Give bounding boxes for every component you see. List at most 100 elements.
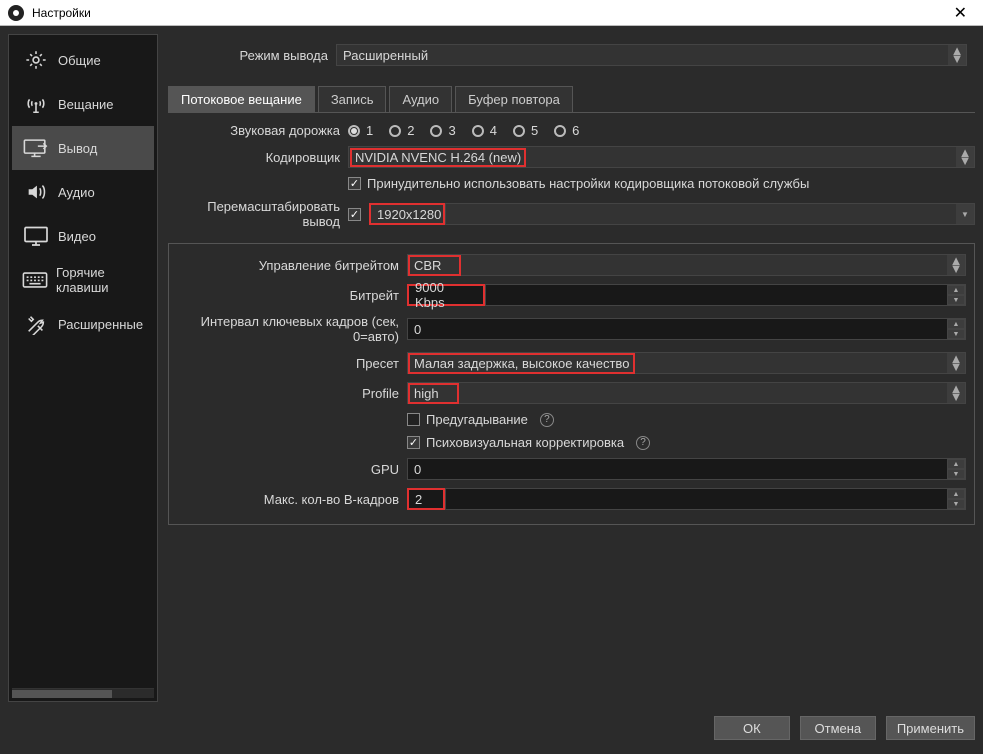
chevron-updown-icon: ▲▼ <box>956 147 974 167</box>
sidebar-item-label: Вещание <box>58 97 114 112</box>
chevron-updown-icon: ▲▼ <box>947 353 965 373</box>
audio-track-radio-6[interactable]: 6 <box>554 123 579 138</box>
radio-icon <box>430 125 442 137</box>
encoder-settings-box: Управление битрейтом CBR ▲▼ Битрейт 9000… <box>168 243 975 525</box>
sidebar-item-stream[interactable]: Вещание <box>12 82 154 126</box>
profile-value: high <box>410 385 457 402</box>
radio-icon <box>472 125 484 137</box>
sidebar-item-label: Аудио <box>58 185 95 200</box>
audio-track-label: Звуковая дорожка <box>168 123 348 138</box>
tools-icon <box>22 312 50 336</box>
output-tabs: Потоковое вещание Запись Аудио Буфер пов… <box>168 86 975 113</box>
bitrate-input-ext[interactable]: ▲▼ <box>485 284 966 306</box>
dialog-footer: ОК Отмена Применить <box>8 710 975 746</box>
antenna-icon <box>22 92 50 116</box>
rescale-value: 1920x1280 <box>377 207 441 222</box>
enforce-checkbox-row[interactable]: Принудительно использовать настройки код… <box>348 176 809 191</box>
sidebar-item-hotkeys[interactable]: Горячие клавиши <box>12 258 154 302</box>
spinner-icon[interactable]: ▲▼ <box>947 489 965 509</box>
sidebar-item-output[interactable]: Вывод <box>12 126 154 170</box>
keyboard-icon <box>22 268 48 292</box>
monitor-icon <box>22 224 50 248</box>
bitrate-value: 9000 Kbps <box>415 280 477 310</box>
sidebar-item-advanced[interactable]: Расширенные <box>12 302 154 346</box>
rescale-label: Перемасштабировать вывод <box>168 199 348 229</box>
spinner-icon[interactable]: ▲▼ <box>947 319 965 339</box>
lookahead-checkbox[interactable]: Предугадывание ? <box>407 412 554 427</box>
preset-label: Пресет <box>177 356 407 371</box>
bframes-label: Макс. кол-во B-кадров <box>177 492 407 507</box>
encoder-value: NVIDIA NVENC H.264 (new) <box>351 149 525 166</box>
output-mode-value: Расширенный <box>343 48 428 63</box>
encoder-dropdown[interactable]: NVIDIA NVENC H.264 (new) ▲▼ <box>348 146 975 168</box>
sidebar-item-label: Общие <box>58 53 101 68</box>
preset-value: Малая задержка, высокое качество <box>410 355 633 372</box>
keyint-input[interactable]: 0 ▲▼ <box>407 318 966 340</box>
sidebar-item-label: Видео <box>58 229 96 244</box>
output-mode-label: Режим вывода <box>176 48 336 63</box>
rate-control-label: Управление битрейтом <box>177 258 407 273</box>
bitrate-label: Битрейт <box>177 288 407 303</box>
ok-button[interactable]: ОК <box>714 716 790 740</box>
help-icon[interactable]: ? <box>636 436 650 450</box>
speaker-icon <box>22 180 50 204</box>
audio-track-radios: 1 2 3 4 5 6 <box>348 123 579 138</box>
cancel-button[interactable]: Отмена <box>800 716 876 740</box>
output-mode-dropdown[interactable]: Расширенный ▲▼ <box>336 44 967 66</box>
gpu-label: GPU <box>177 462 407 477</box>
rate-control-value: CBR <box>410 257 459 274</box>
gpu-value: 0 <box>414 462 421 477</box>
sidebar-item-label: Горячие клавиши <box>56 265 144 295</box>
apply-button[interactable]: Применить <box>886 716 975 740</box>
tab-recording[interactable]: Запись <box>318 86 387 112</box>
chevron-updown-icon: ▲▼ <box>947 383 965 403</box>
help-icon[interactable]: ? <box>540 413 554 427</box>
bitrate-box[interactable]: 9000 Kbps <box>407 284 485 306</box>
sidebar-item-label: Вывод <box>58 141 97 156</box>
bframes-box[interactable]: 2 <box>407 488 445 510</box>
spinner-icon[interactable]: ▲▼ <box>947 285 965 305</box>
preset-dropdown[interactable]: Малая задержка, высокое качество ▲▼ <box>407 352 966 374</box>
audio-track-radio-3[interactable]: 3 <box>430 123 455 138</box>
psycho-label: Психовизуальная корректировка <box>426 435 624 450</box>
rescale-value-box[interactable]: 1920x1280 <box>369 203 445 225</box>
spinner-icon[interactable]: ▲▼ <box>947 459 965 479</box>
profile-dropdown[interactable]: high ▲▼ <box>407 382 966 404</box>
sidebar-item-general[interactable]: Общие <box>12 38 154 82</box>
gpu-input[interactable]: 0 ▲▼ <box>407 458 966 480</box>
radio-icon <box>554 125 566 137</box>
sidebar-item-video[interactable]: Видео <box>12 214 154 258</box>
profile-label: Profile <box>177 386 407 401</box>
encoder-label: Кодировщик <box>168 150 348 165</box>
obs-logo-icon <box>8 5 24 21</box>
sidebar-scrollbar[interactable] <box>12 688 154 698</box>
audio-track-radio-1[interactable]: 1 <box>348 123 373 138</box>
tab-replay-buffer[interactable]: Буфер повтора <box>455 86 573 112</box>
audio-track-radio-2[interactable]: 2 <box>389 123 414 138</box>
lookahead-label: Предугадывание <box>426 412 528 427</box>
gear-icon <box>22 48 50 72</box>
chevron-updown-icon: ▲▼ <box>948 45 966 65</box>
checkbox-icon <box>407 436 420 449</box>
enforce-label: Принудительно использовать настройки код… <box>367 176 809 191</box>
bframes-value: 2 <box>415 492 422 507</box>
tab-audio[interactable]: Аудио <box>389 86 452 112</box>
bframes-input-ext[interactable]: ▲▼ <box>445 488 966 510</box>
rescale-checkbox[interactable] <box>348 208 361 221</box>
sidebar-item-audio[interactable]: Аудио <box>12 170 154 214</box>
main-panel: Режим вывода Расширенный ▲▼ Потоковое ве… <box>158 34 975 702</box>
radio-icon <box>513 125 525 137</box>
close-icon[interactable]: ✕ <box>946 3 975 23</box>
keyint-value: 0 <box>414 322 421 337</box>
chevron-updown-icon: ▲▼ <box>947 255 965 275</box>
scrollbar-thumb[interactable] <box>12 690 112 698</box>
tab-streaming[interactable]: Потоковое вещание <box>168 86 315 112</box>
psycho-checkbox[interactable]: Психовизуальная корректировка ? <box>407 435 650 450</box>
audio-track-radio-4[interactable]: 4 <box>472 123 497 138</box>
rate-control-dropdown[interactable]: CBR ▲▼ <box>407 254 966 276</box>
titlebar: Настройки ✕ <box>0 0 983 26</box>
checkbox-icon <box>348 177 361 190</box>
radio-icon <box>348 125 360 137</box>
rescale-dropdown-ext[interactable]: ▼ <box>445 203 975 225</box>
audio-track-radio-5[interactable]: 5 <box>513 123 538 138</box>
